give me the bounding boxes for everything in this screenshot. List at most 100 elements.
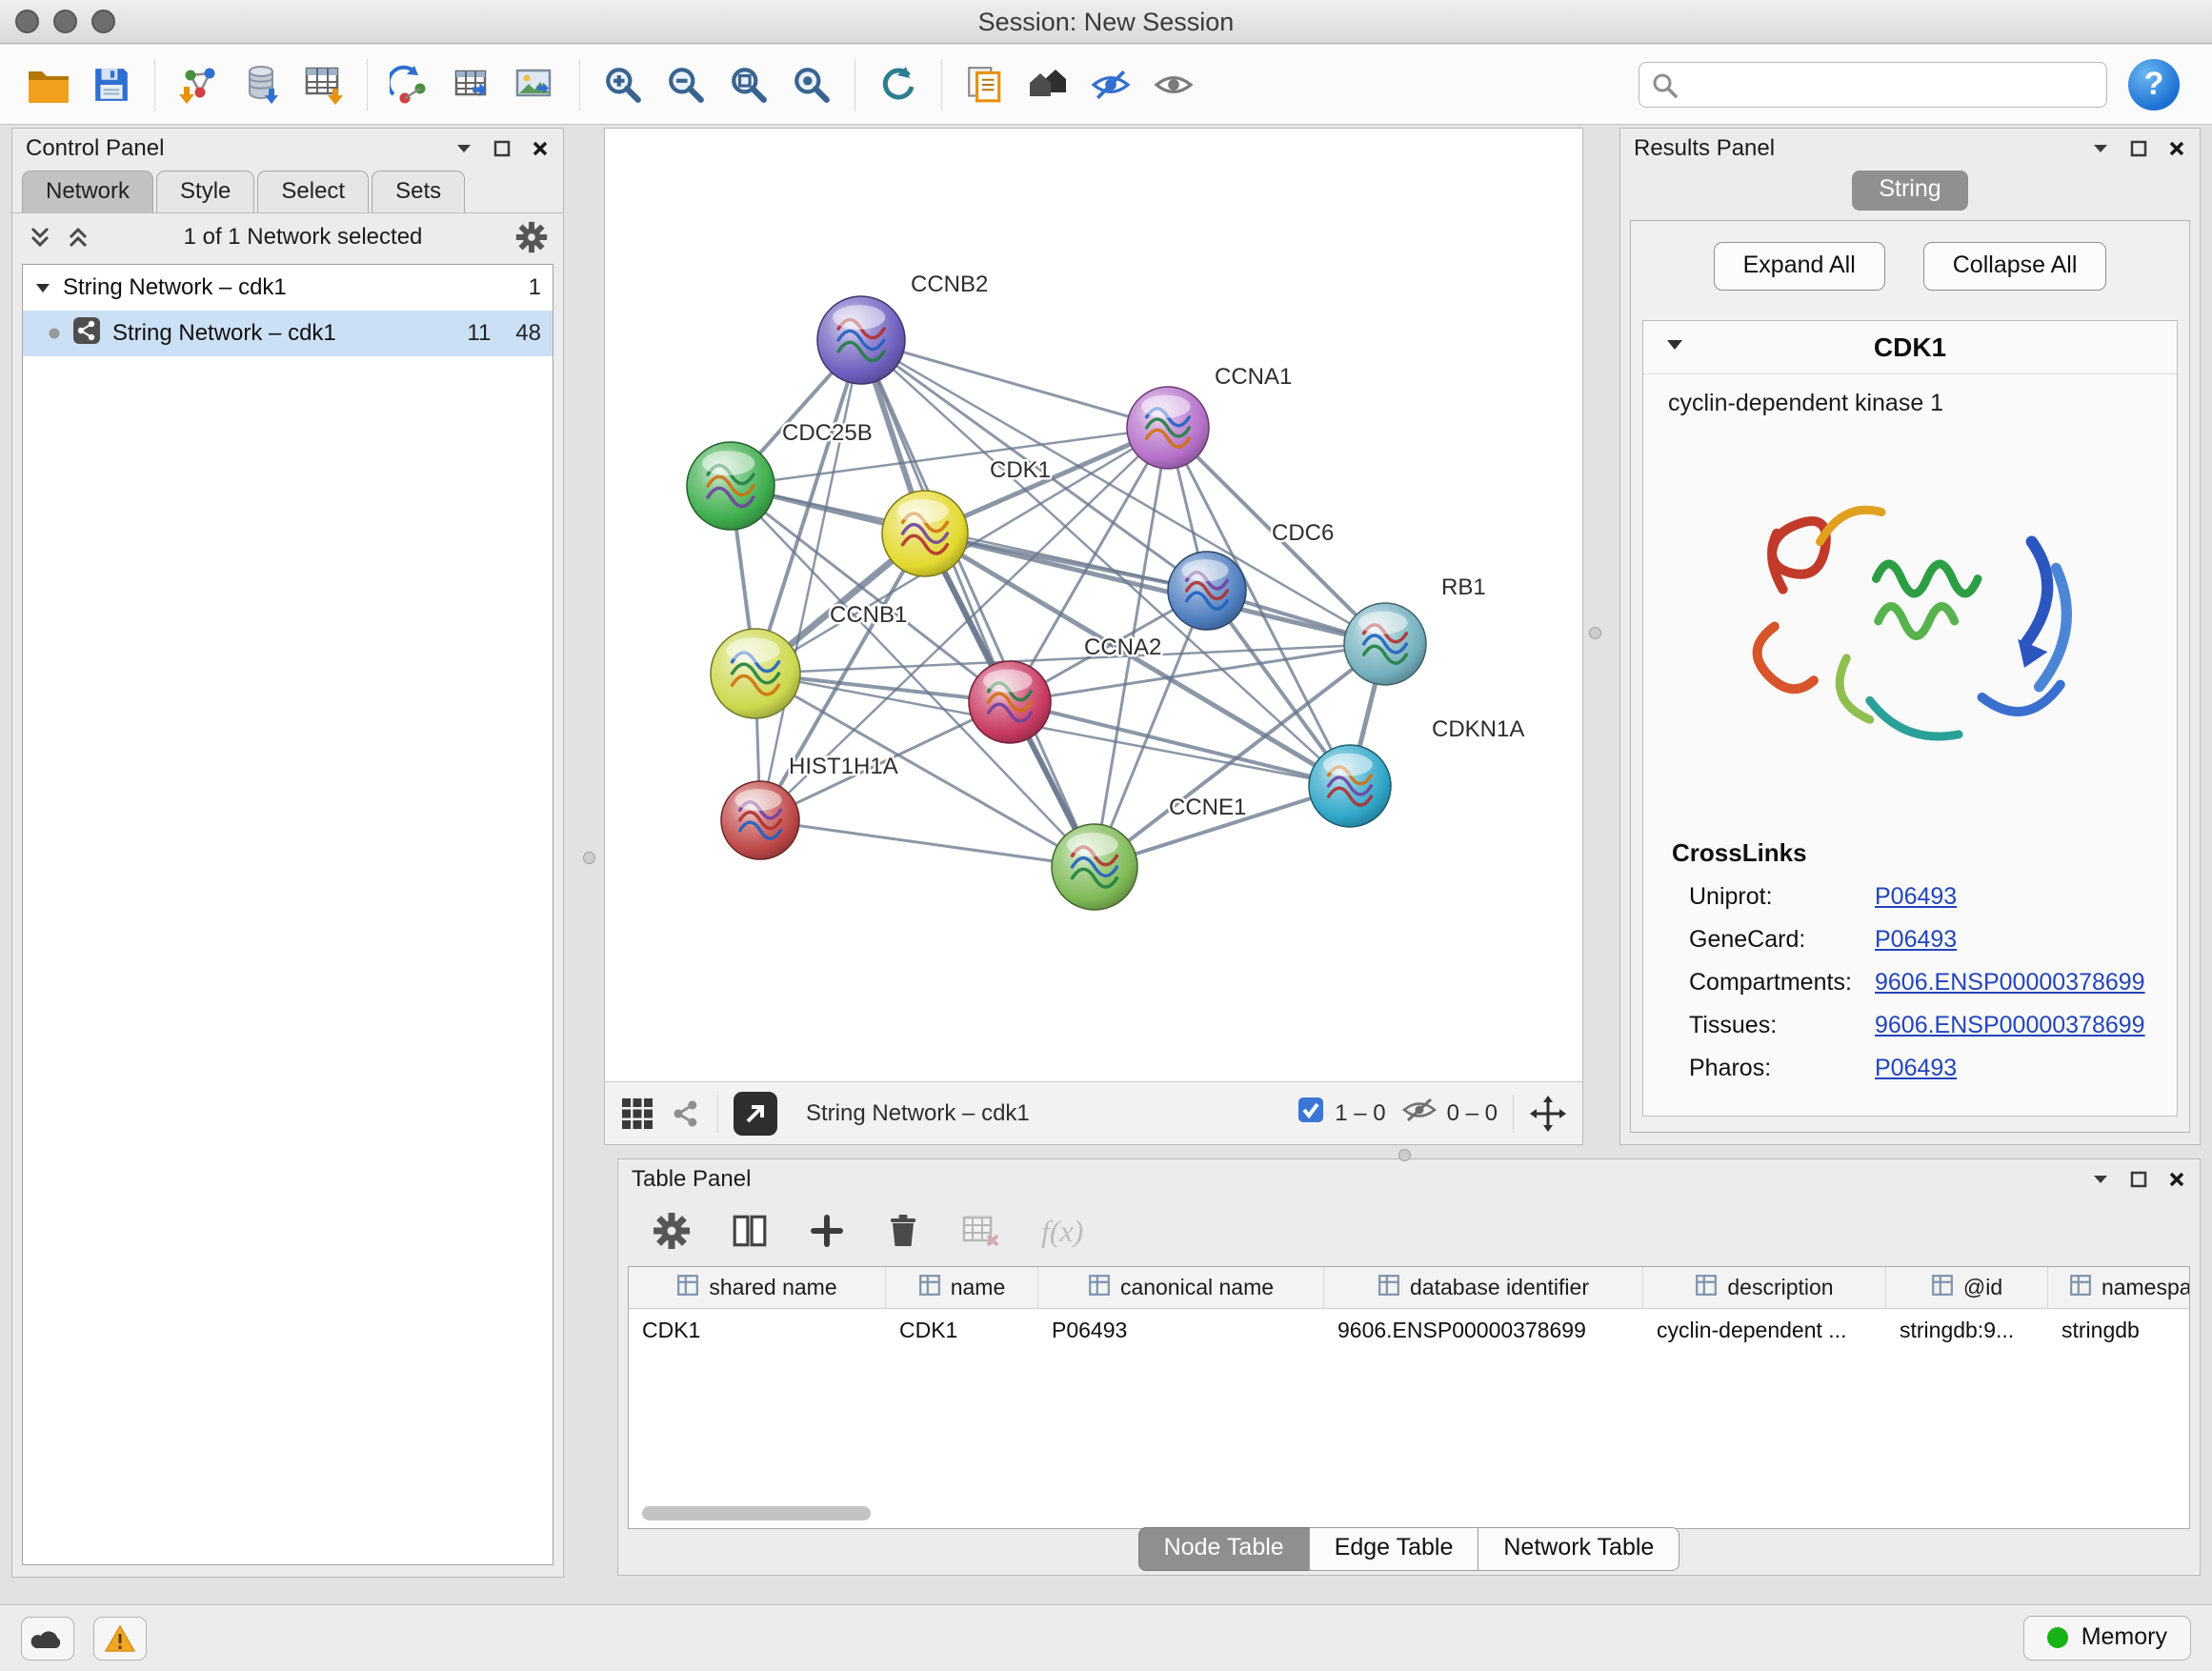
import-network-database-button[interactable] [230, 53, 292, 116]
tree-caret-icon[interactable] [34, 274, 51, 301]
float-panel-icon[interactable] [493, 139, 512, 158]
horizontal-scrollbar[interactable] [642, 1506, 871, 1520]
cloud-button[interactable] [21, 1617, 74, 1661]
splitter-handle[interactable] [1398, 1149, 1411, 1161]
network-edge-CCNB2-CCNA1[interactable] [861, 340, 1168, 428]
network-canvas[interactable]: CCNB2CCNA1CDC25BCDK1CDC6RB1CCNB1CCNA2CDK… [605, 129, 1582, 1081]
minimize-window-button[interactable] [53, 10, 77, 33]
pan-crosshair-icon[interactable] [1529, 1095, 1567, 1133]
zoom-in-button[interactable] [592, 53, 654, 116]
crosslink-link[interactable]: P06493 [1875, 1055, 1957, 1082]
grid-view-icon[interactable] [620, 1097, 654, 1131]
tab-network[interactable]: Network [22, 171, 153, 212]
network-node-CDKN1A[interactable] [1309, 745, 1391, 827]
network-row[interactable]: String Network – cdk1 11 48 [23, 311, 553, 356]
share-network-icon[interactable] [670, 1097, 702, 1130]
network-node-HIST1H1A[interactable] [721, 781, 799, 859]
table-row[interactable]: CDK1CDK1P064939606.ENSP00000378699cyclin… [629, 1309, 2189, 1351]
zoom-selected-button[interactable] [780, 53, 843, 116]
tab-sets[interactable]: Sets [372, 171, 465, 212]
gear-icon[interactable] [515, 221, 548, 253]
tab-node-table[interactable]: Node Table [1138, 1527, 1310, 1571]
crosslink-link[interactable]: P06493 [1875, 883, 1957, 911]
collapse-all-button[interactable]: Collapse All [1923, 242, 2107, 291]
network-node-CDC6[interactable] [1168, 552, 1246, 630]
network-node-CCNA2[interactable] [969, 661, 1051, 743]
search-input[interactable] [1639, 62, 2107, 108]
tab-style[interactable]: Style [156, 171, 254, 212]
export-table-button[interactable] [442, 53, 505, 116]
collapse-caret-icon[interactable] [1664, 337, 1685, 357]
close-panel-icon[interactable] [531, 139, 550, 158]
open-view-button[interactable] [734, 1092, 777, 1136]
add-column-button[interactable] [809, 1213, 845, 1249]
tab-network-table[interactable]: Network Table [1478, 1527, 1679, 1571]
tab-edge-table[interactable]: Edge Table [1309, 1527, 1479, 1571]
select-columns-button[interactable] [731, 1212, 769, 1250]
float-panel-icon[interactable] [2129, 1170, 2148, 1189]
duplicate-network-button[interactable] [954, 53, 1016, 116]
delete-column-button[interactable] [885, 1213, 921, 1249]
column-header-namespac[interactable]: namespac [2048, 1267, 2190, 1308]
network-node-CCNA1[interactable] [1127, 387, 1209, 469]
column-header-shared-name[interactable]: shared name [629, 1267, 886, 1308]
tab-select[interactable]: Select [257, 171, 369, 212]
collapse-all-icon[interactable] [28, 225, 52, 250]
export-image-button[interactable] [505, 53, 568, 116]
panel-menu-icon[interactable] [2091, 1173, 2110, 1186]
column-header-description[interactable]: description [1643, 1267, 1886, 1308]
home-button[interactable] [1016, 53, 1079, 116]
expand-all-icon[interactable] [66, 225, 90, 250]
hidden-eye-slash-icon[interactable] [1401, 1096, 1438, 1131]
selected-checkbox-icon[interactable] [1297, 1096, 1325, 1131]
column-header-database-identifier[interactable]: database identifier [1324, 1267, 1643, 1308]
crosslink-row: Uniprot:P06493 [1643, 876, 2177, 918]
new-network-from-selection-button[interactable] [379, 53, 442, 116]
crosslink-link[interactable]: 9606.ENSP00000378699 [1875, 1012, 2145, 1039]
gene-card-header[interactable]: CDK1 [1643, 321, 2177, 374]
network-edge-CCNB2-RB1[interactable] [861, 340, 1385, 644]
import-network-file-button[interactable] [167, 53, 230, 116]
table-settings-button[interactable] [653, 1212, 691, 1250]
network-node-CDC25B[interactable] [687, 442, 774, 530]
show-all-button[interactable] [1142, 53, 1205, 116]
panel-menu-icon[interactable] [454, 142, 473, 155]
hidden-counts: 0 – 0 [1447, 1100, 1498, 1127]
open-session-button[interactable] [17, 53, 80, 116]
memory-button[interactable]: Memory [2023, 1616, 2191, 1661]
column-header-name[interactable]: name [886, 1267, 1038, 1308]
network-collection-row[interactable]: String Network – cdk1 1 [23, 265, 553, 311]
crosslink-link[interactable]: P06493 [1875, 926, 1957, 954]
panel-menu-icon[interactable] [2091, 142, 2110, 155]
close-panel-icon[interactable] [2167, 139, 2186, 158]
save-session-button[interactable] [80, 53, 143, 116]
splitter-handle[interactable] [1589, 627, 1601, 639]
apply-layout-button[interactable] [867, 53, 930, 116]
expand-all-button[interactable]: Expand All [1714, 242, 1885, 291]
help-button[interactable]: ? [2128, 59, 2180, 111]
tab-string[interactable]: String [1852, 171, 1967, 211]
close-panel-icon[interactable] [2167, 1170, 2186, 1189]
column-header-canonical-name[interactable]: canonical name [1038, 1267, 1324, 1308]
zoom-fit-button[interactable] [717, 53, 780, 116]
hide-selected-button[interactable] [1079, 53, 1142, 116]
network-edge-CDK1-RB1[interactable] [925, 534, 1385, 644]
float-panel-icon[interactable] [2129, 139, 2148, 158]
delete-table-button[interactable] [961, 1213, 1001, 1249]
import-table-file-button[interactable] [292, 53, 355, 116]
close-window-button[interactable] [15, 10, 39, 33]
function-builder-button[interactable]: f(x) [1041, 1214, 1083, 1249]
zoom-out-button[interactable] [654, 53, 717, 116]
network-node-CCNB2[interactable] [817, 296, 905, 384]
network-node-RB1[interactable] [1344, 603, 1426, 685]
splitter-handle[interactable] [583, 852, 595, 864]
crosslink-link[interactable]: 9606.ENSP00000378699 [1875, 969, 2145, 997]
network-node-CDK1[interactable] [882, 491, 968, 576]
warnings-button[interactable] [93, 1617, 147, 1661]
network-node-CCNB1[interactable] [711, 629, 800, 718]
network-edge-HIST1H1A-CCNE1[interactable] [760, 820, 1095, 867]
column-header--id[interactable]: @id [1886, 1267, 2048, 1308]
network-edge-CCNB2-HIST1H1A[interactable] [760, 340, 861, 820]
network-node-CCNE1[interactable] [1052, 824, 1137, 910]
maximize-window-button[interactable] [91, 10, 115, 33]
